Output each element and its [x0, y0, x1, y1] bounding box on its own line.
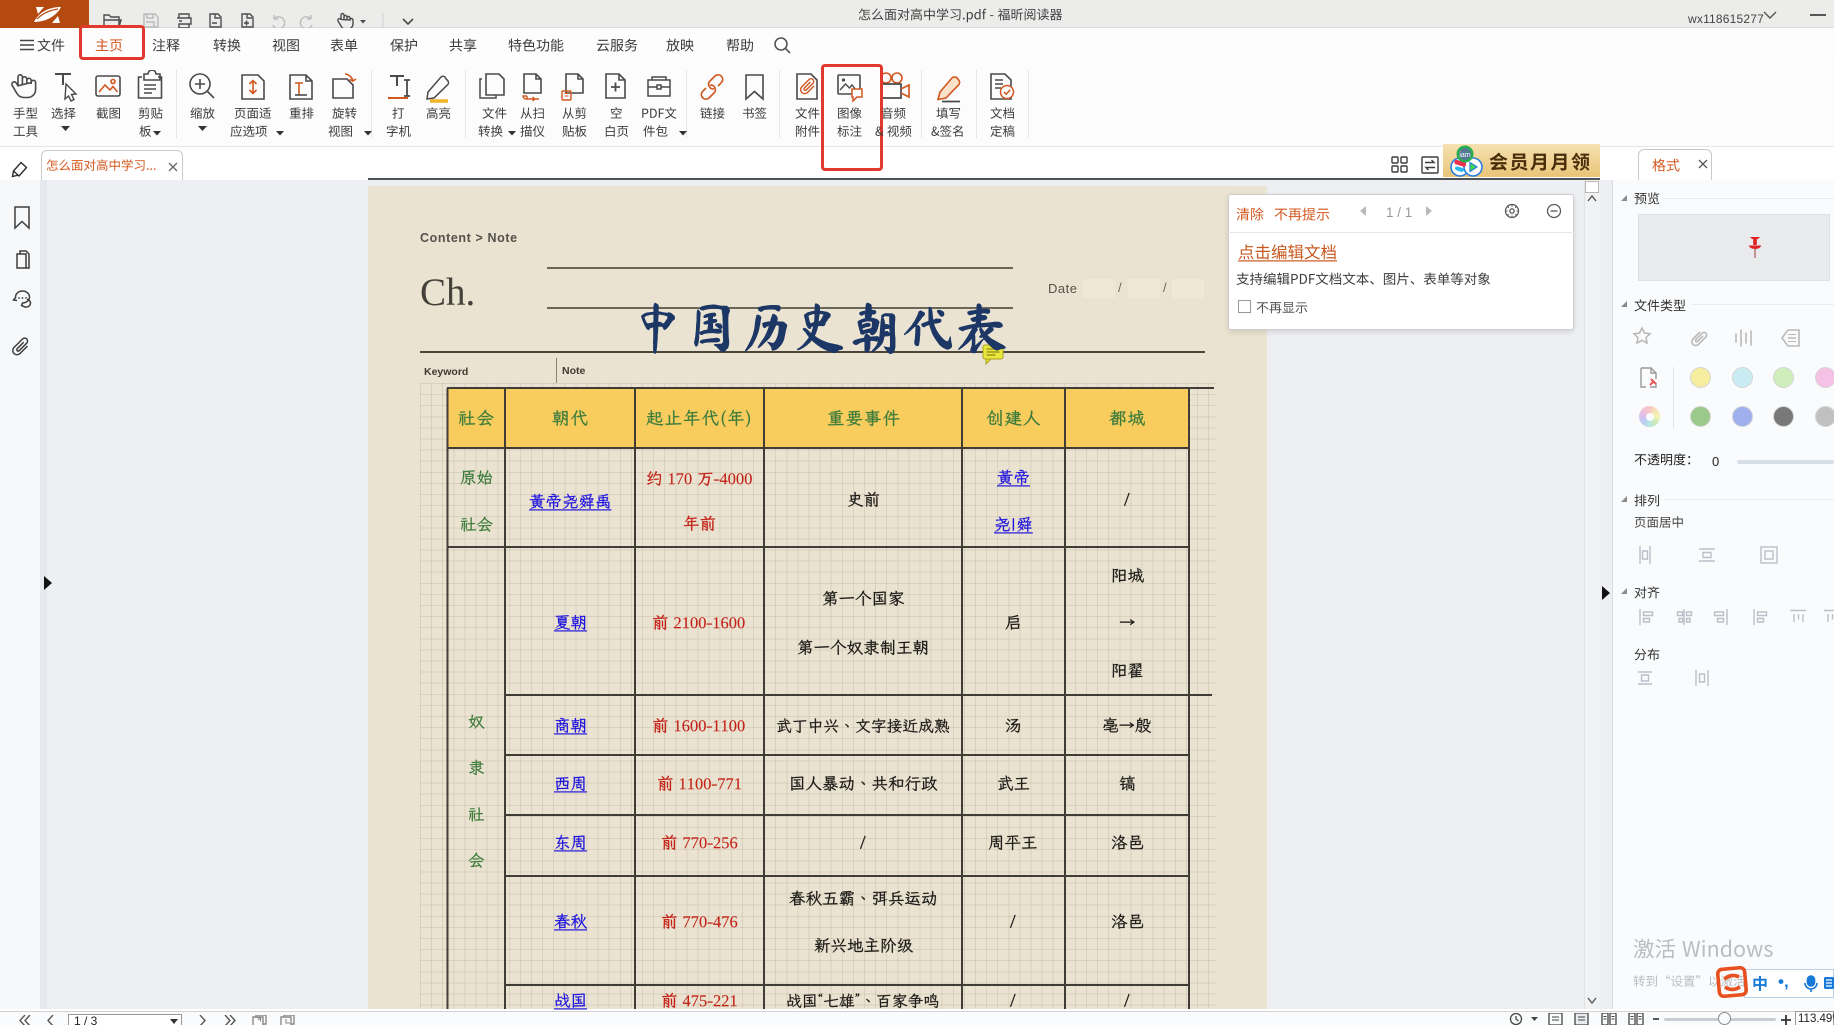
svg-text:iam: iam [1459, 152, 1470, 159]
